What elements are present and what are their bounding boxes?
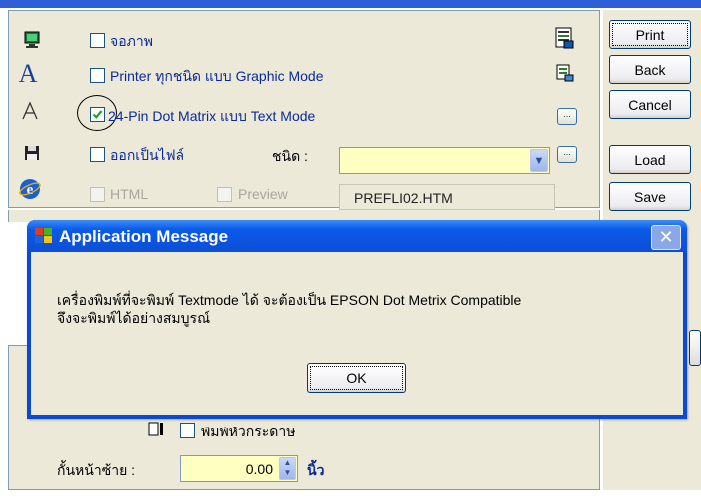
- dialog-titlebar[interactable]: Application Message ✕: [27, 220, 687, 252]
- font-a-icon: A: [18, 59, 38, 88]
- ok-button[interactable]: OK: [307, 363, 406, 393]
- preview-label: Preview: [238, 186, 288, 202]
- spin-buttons[interactable]: ▲ ▼: [279, 457, 296, 480]
- windows-logo-icon: [35, 228, 53, 244]
- cancel-button-label: Cancel: [628, 96, 672, 113]
- html-label: HTML: [110, 186, 149, 202]
- back-button-label: Back: [634, 61, 666, 78]
- text-mode-settings-button[interactable]: ...: [557, 108, 577, 125]
- screen-label: จอภาพ: [110, 33, 153, 49]
- save-button-label: Save: [634, 188, 666, 205]
- graphic-printer-label: Printer ทุกชนิด แบบ Graphic Mode: [110, 68, 324, 84]
- print-options-panel: จอภาพ A Printer ทุกชนิด แบบ Graphic Mode…: [8, 10, 600, 210]
- print-button-label: Print: [635, 26, 665, 43]
- export-file-checkbox[interactable]: [90, 147, 105, 162]
- left-margin-unit: นิ้ว: [307, 462, 325, 478]
- dialog-title: Application Message: [59, 227, 229, 246]
- partial-button[interactable]: [689, 330, 701, 366]
- back-button[interactable]: Back: [609, 55, 691, 84]
- close-icon[interactable]: ✕: [651, 225, 681, 250]
- text-mode-label: 24-Pin Dot Matrix แบบ Text Mode: [108, 108, 316, 124]
- chevron-down-icon[interactable]: ▼: [530, 149, 548, 172]
- text-mode-checkbox[interactable]: [90, 107, 105, 122]
- left-margin-label: กั้นหน้าซ้าย :: [57, 462, 136, 478]
- left-margin-value: 0.00: [245, 461, 273, 477]
- html-checkbox[interactable]: [90, 187, 105, 202]
- file-browse-button[interactable]: ...: [557, 146, 577, 163]
- file-type-combobox[interactable]: ▼: [339, 147, 550, 174]
- filename-field[interactable]: PREFLI02.HTM: [339, 184, 555, 210]
- print-header-checkbox[interactable]: [180, 423, 195, 438]
- screen-checkbox[interactable]: [90, 33, 105, 48]
- print-button[interactable]: Print: [609, 20, 691, 49]
- internet-explorer-icon: e: [19, 178, 41, 200]
- preview-checkbox[interactable]: [217, 187, 232, 202]
- ok-button-label: OK: [346, 370, 367, 386]
- floppy-disk-icon: [21, 142, 43, 164]
- top-window-edge: [0, 0, 701, 8]
- print-preview-icon[interactable]: [555, 27, 575, 52]
- graphic-printer-checkbox[interactable]: [90, 68, 105, 83]
- left-margin-input[interactable]: 0.00 ▲ ▼: [180, 455, 298, 482]
- page-header-icon: [148, 422, 164, 439]
- message-line-2: จึงจะพิมพ์ได้อย่างสมบูรณ์: [57, 310, 211, 326]
- load-button-label: Load: [634, 151, 666, 168]
- cancel-button[interactable]: Cancel: [609, 90, 691, 119]
- load-button[interactable]: Load: [609, 145, 691, 174]
- dialog-body: เครื่องพิมพ์ที่จะพิมพ์ Textmode ได้ จะต้…: [31, 252, 683, 415]
- monitor-icon: [21, 29, 43, 51]
- file-type-label: ชนิด :: [272, 148, 308, 164]
- save-button[interactable]: Save: [609, 182, 691, 211]
- application-message-dialog: Application Message ✕ เครื่องพิมพ์ที่จะพ…: [27, 220, 687, 419]
- printer-setup-icon[interactable]: [555, 63, 575, 86]
- font-outline-icon: [19, 100, 41, 122]
- export-file-label: ออกเป็นไฟล์: [110, 147, 185, 163]
